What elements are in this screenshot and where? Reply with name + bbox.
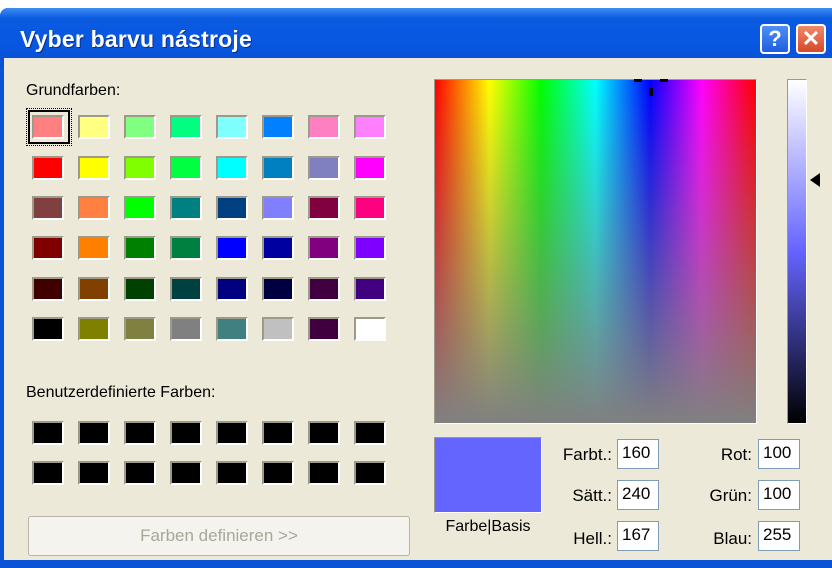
basic-color-swatch[interactable]	[32, 277, 64, 301]
custom-color-swatch[interactable]	[354, 421, 386, 445]
define-colors-button[interactable]: Farben definieren >>	[28, 516, 410, 556]
basic-color-swatch[interactable]	[78, 156, 110, 180]
basic-color-swatch[interactable]	[262, 115, 294, 139]
red-input[interactable]: 100	[758, 439, 800, 469]
basic-color-swatch[interactable]	[32, 156, 64, 180]
basic-color-swatch[interactable]	[216, 115, 248, 139]
basic-color-swatch[interactable]	[170, 196, 202, 220]
basic-color-swatch[interactable]	[308, 156, 340, 180]
custom-color-swatch[interactable]	[216, 421, 248, 445]
custom-color-swatch[interactable]	[308, 461, 340, 485]
basic-color-swatch[interactable]	[308, 317, 340, 341]
basic-color-swatch[interactable]	[124, 277, 156, 301]
color-preview-label: Farbe|Basis	[445, 518, 531, 535]
color-preview	[434, 437, 542, 513]
custom-color-swatch[interactable]	[170, 461, 202, 485]
basic-color-swatch[interactable]	[354, 236, 386, 260]
basic-color-swatch[interactable]	[170, 317, 202, 341]
basic-color-swatch[interactable]	[308, 236, 340, 260]
basic-color-swatch[interactable]	[78, 277, 110, 301]
basic-color-swatch[interactable]	[78, 317, 110, 341]
basic-color-swatch[interactable]	[354, 115, 386, 139]
selection-border	[28, 110, 70, 144]
custom-color-swatch[interactable]	[32, 421, 64, 445]
custom-color-swatch[interactable]	[262, 461, 294, 485]
custom-color-swatch[interactable]	[32, 461, 64, 485]
basic-color-swatch[interactable]	[124, 317, 156, 341]
custom-color-swatch[interactable]	[216, 461, 248, 485]
basic-color-swatch[interactable]	[308, 196, 340, 220]
basic-color-swatch[interactable]	[170, 277, 202, 301]
saturation-label: Sätt.:	[572, 486, 612, 505]
blue-label: Blau:	[713, 529, 752, 548]
basic-color-swatch[interactable]	[354, 317, 386, 341]
basic-color-swatch[interactable]	[124, 115, 156, 139]
basic-color-swatch[interactable]	[78, 196, 110, 220]
basic-color-swatch[interactable]	[262, 277, 294, 301]
custom-color-swatch[interactable]	[354, 461, 386, 485]
custom-colors-label: Benutzerdefinierte Farben:	[26, 384, 216, 401]
basic-color-swatch[interactable]	[216, 277, 248, 301]
basic-color-swatch[interactable]	[124, 156, 156, 180]
custom-color-swatch[interactable]	[124, 421, 156, 445]
basic-color-swatch[interactable]	[262, 156, 294, 180]
basic-color-swatch[interactable]	[124, 196, 156, 220]
basic-color-swatch[interactable]	[308, 115, 340, 139]
hue-label: Farbt.:	[562, 445, 612, 464]
basic-color-swatch[interactable]	[262, 236, 294, 260]
basic-color-swatch[interactable]	[32, 236, 64, 260]
custom-color-swatch[interactable]	[78, 421, 110, 445]
close-button[interactable]: ✕	[796, 24, 826, 54]
basic-color-swatch[interactable]	[216, 317, 248, 341]
hue-input[interactable]: 160	[617, 439, 659, 469]
luminance-arrow-icon[interactable]	[810, 173, 820, 187]
luminance-input[interactable]: 167	[617, 521, 659, 551]
custom-color-swatch[interactable]	[78, 461, 110, 485]
basic-colors-label: Grundfarben:	[26, 82, 121, 99]
help-button[interactable]: ?	[760, 24, 790, 54]
basic-color-swatch[interactable]	[170, 236, 202, 260]
green-label: Grün:	[709, 486, 752, 505]
basic-color-swatch[interactable]	[32, 196, 64, 220]
luminance-label: Hell.:	[573, 529, 612, 548]
basic-color-swatch[interactable]	[354, 196, 386, 220]
red-label: Rot:	[720, 445, 752, 464]
saturation-input[interactable]: 240	[617, 480, 659, 510]
custom-color-swatch[interactable]	[170, 421, 202, 445]
basic-color-swatch[interactable]	[78, 115, 110, 139]
green-input[interactable]: 100	[758, 480, 800, 510]
basic-color-swatch[interactable]	[32, 317, 64, 341]
basic-color-swatch[interactable]	[354, 277, 386, 301]
basic-color-swatch[interactable]	[262, 196, 294, 220]
basic-color-swatch[interactable]	[216, 196, 248, 220]
basic-color-swatch[interactable]	[170, 156, 202, 180]
basic-color-swatch[interactable]	[170, 115, 202, 139]
custom-color-swatch[interactable]	[308, 421, 340, 445]
basic-color-swatch[interactable]	[354, 156, 386, 180]
basic-color-swatch[interactable]	[308, 277, 340, 301]
basic-color-swatch[interactable]	[78, 236, 110, 260]
custom-color-swatch[interactable]	[262, 421, 294, 445]
blue-input[interactable]: 255	[758, 521, 800, 551]
basic-color-swatch[interactable]	[216, 236, 248, 260]
basic-color-swatch[interactable]	[262, 317, 294, 341]
window-title: Vyber barvu nástroje	[20, 26, 252, 52]
basic-color-swatch[interactable]	[216, 156, 248, 180]
custom-color-swatch[interactable]	[124, 461, 156, 485]
luminance-slider[interactable]	[787, 79, 807, 424]
color-spectrum-picker[interactable]	[434, 79, 757, 424]
basic-color-swatch[interactable]	[124, 236, 156, 260]
